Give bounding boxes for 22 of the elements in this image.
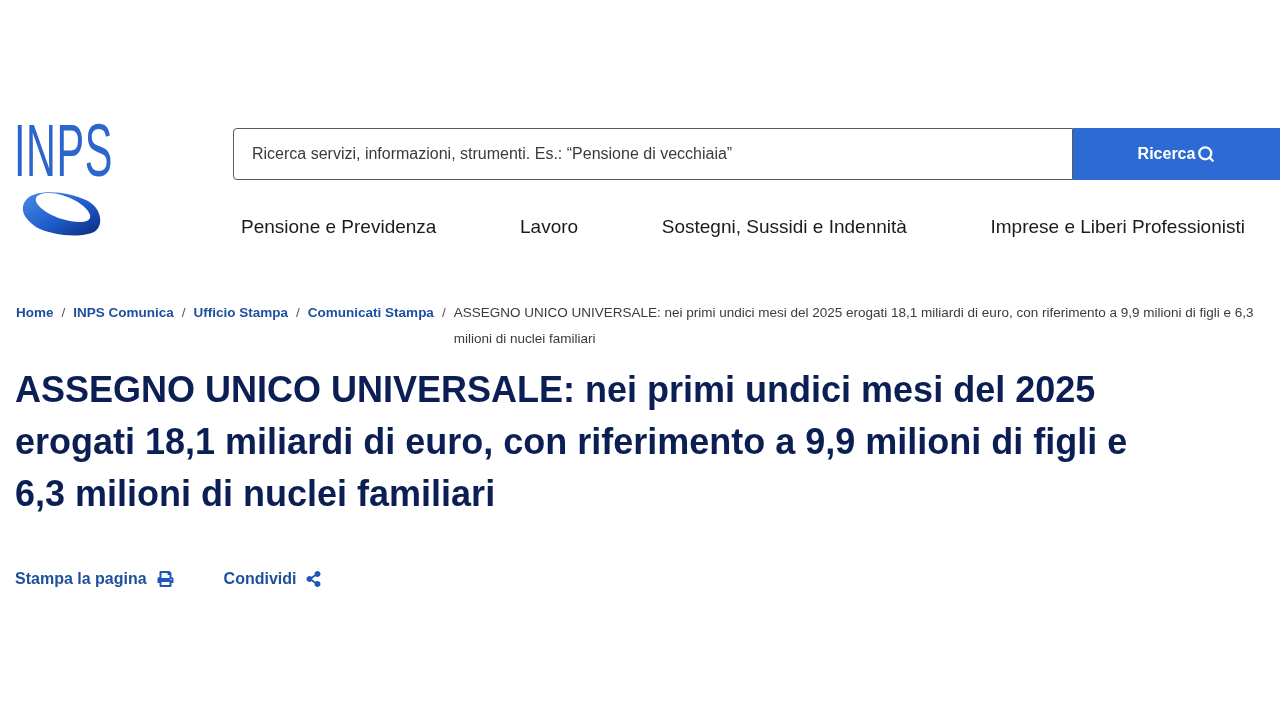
share-link[interactable]: Condividi xyxy=(223,567,322,591)
print-link[interactable]: Stampa la pagina xyxy=(15,567,174,591)
breadcrumb-current: ASSEGNO UNICO UNIVERSALE: nei primi undici mesi del 2025 erogati 18,1 miliardi di euro, con riferimento a 9,9 milioni di figli e 6,3 milioni di nuclei familiari xyxy=(453,304,1255,348)
logo-text: INPS xyxy=(14,120,113,182)
nav-link[interactable]: Sostegni, Sussidi e Indennità xyxy=(661,214,907,240)
nav-link[interactable]: Imprese e Liberi Professionisti xyxy=(990,214,1245,240)
breadcrumb-link[interactable]: Ufficio Stampa xyxy=(193,300,289,326)
search-button[interactable]: Ricerca xyxy=(1073,128,1280,180)
page-title: ASSEGNO UNICO UNIVERSALE: nei primi undici mesi del 2025 erogati 18,1 miliardi di euro, con riferimento a 9,9 milioni di figli e 6,3 milioni di nuclei familiari xyxy=(15,368,1129,516)
breadcrumb-separator: / xyxy=(61,304,66,322)
search-field[interactable]: Ricerca servizi, informazioni, strumenti. Es.: “Pensione di vecchiaia” xyxy=(233,128,1073,180)
nav-link[interactable]: Pensione e Previdenza xyxy=(241,214,437,240)
breadcrumb-link[interactable]: Home xyxy=(16,300,54,326)
breadcrumb-separator: / xyxy=(296,304,300,322)
search-icon xyxy=(1197,145,1216,163)
breadcrumb-separator: / xyxy=(181,304,186,322)
share-icon xyxy=(306,571,322,587)
breadcrumb-link[interactable]: INPS Comunica xyxy=(73,300,174,326)
nav-link[interactable]: Lavoro xyxy=(520,214,579,240)
breadcrumb-link[interactable]: Comunicati Stampa xyxy=(307,300,434,326)
breadcrumb-separator: / xyxy=(441,304,446,322)
printer-icon xyxy=(156,571,174,587)
